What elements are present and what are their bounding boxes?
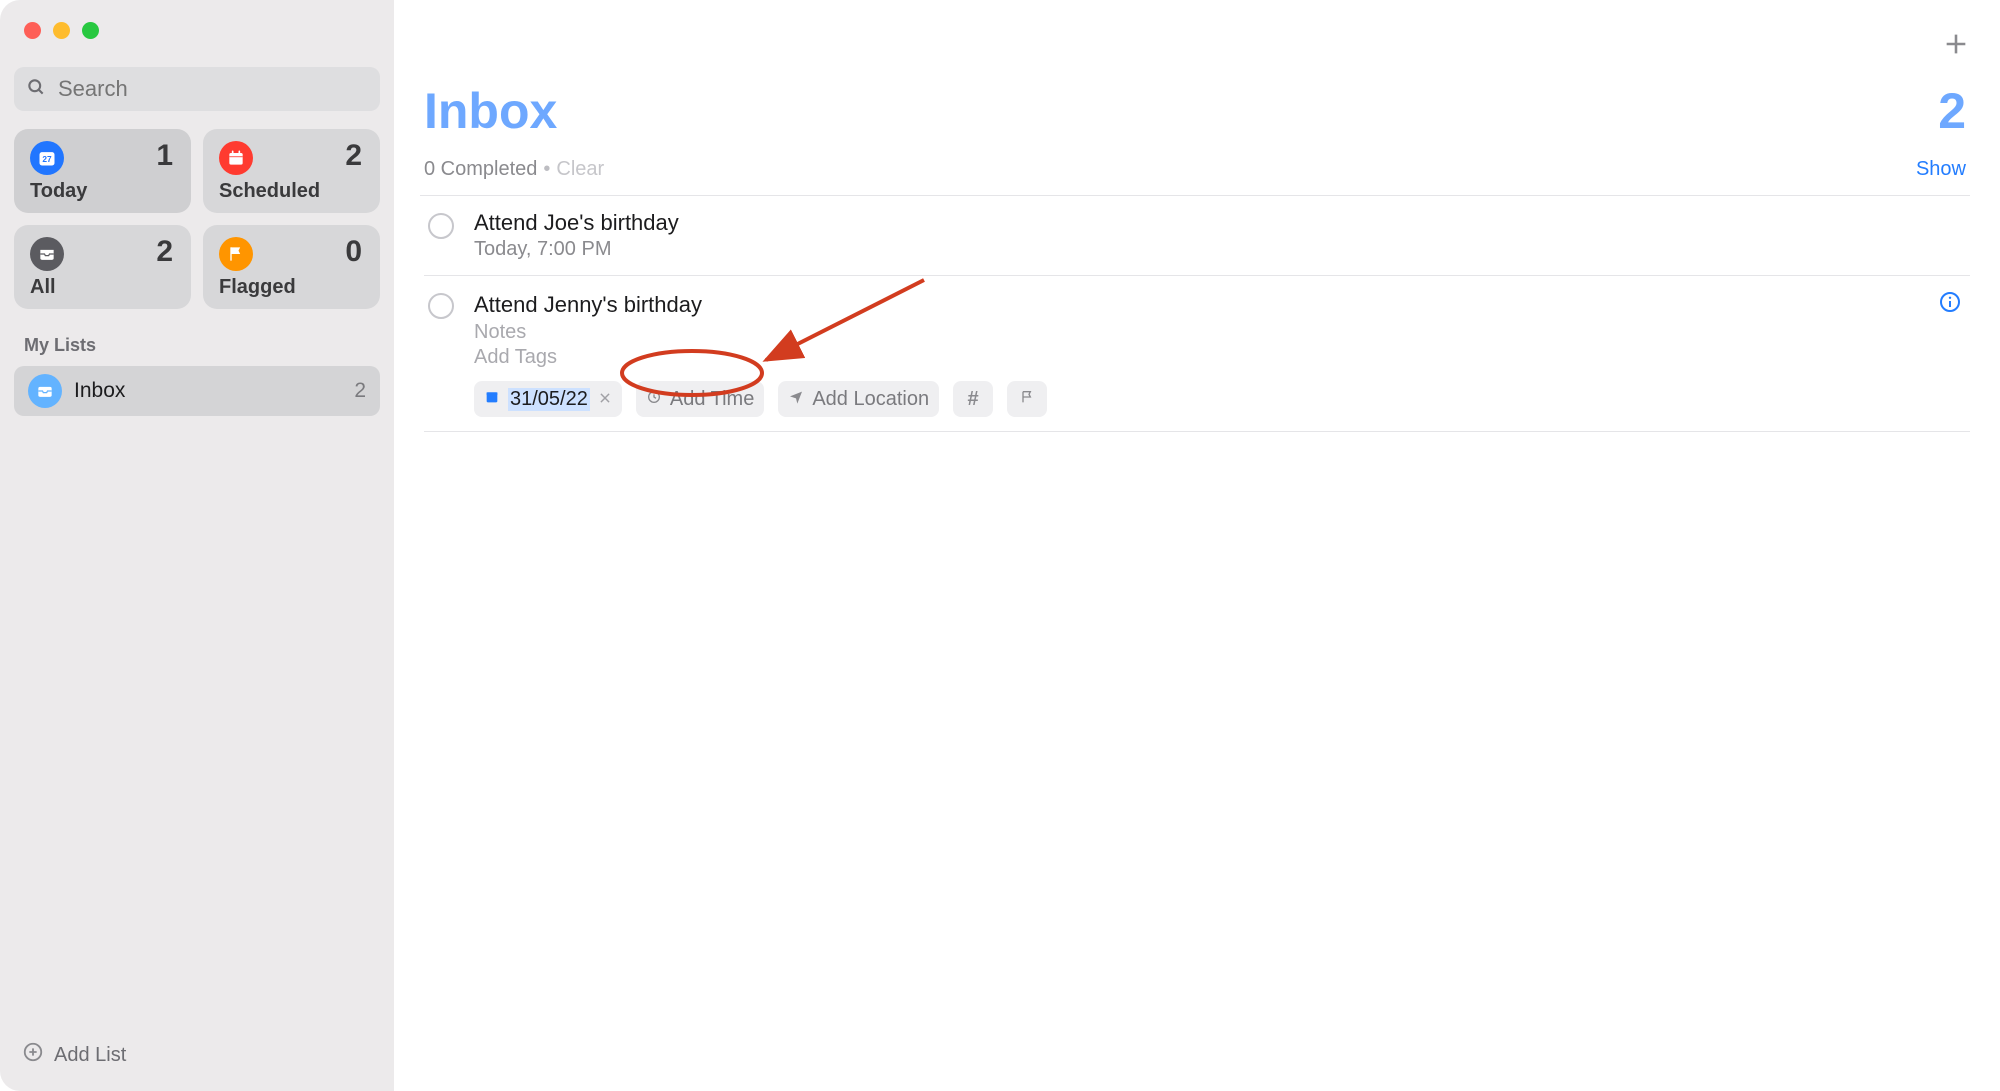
app-window: 27 1 Today 2 Scheduled 2 All — [0, 0, 2000, 1091]
date-value[interactable]: 31/05/22 — [508, 388, 590, 411]
clear-date-button[interactable] — [598, 389, 612, 410]
clock-icon — [646, 388, 662, 411]
info-button[interactable] — [1938, 290, 1962, 319]
calendar-icon — [219, 141, 253, 175]
add-tags-field[interactable]: Add Tags — [474, 346, 1962, 369]
tray-icon — [30, 237, 64, 271]
minimize-window-button[interactable] — [53, 22, 70, 39]
smart-tile-count: 2 — [156, 235, 173, 269]
list-total-count: 2 — [1938, 82, 1966, 140]
reminder-title[interactable]: Attend Jenny's birthday — [474, 292, 1938, 318]
list-name: Inbox — [74, 379, 342, 403]
show-completed-button[interactable]: Show — [1916, 158, 1966, 181]
location-arrow-icon — [788, 388, 804, 411]
smart-tile-flagged[interactable]: 0 Flagged — [203, 225, 380, 309]
add-location-label: Add Location — [812, 388, 929, 411]
svg-text:27: 27 — [42, 154, 52, 164]
calendar-small-icon — [484, 388, 500, 411]
complete-checkbox[interactable] — [428, 293, 454, 319]
calendar-today-icon: 27 — [30, 141, 64, 175]
smart-tile-count: 2 — [345, 139, 362, 173]
add-list-label: Add List — [54, 1044, 126, 1067]
smart-tile-label: Scheduled — [219, 180, 320, 203]
smart-tile-count: 1 — [156, 139, 173, 173]
add-location-chip[interactable]: Add Location — [778, 381, 939, 417]
flag-outline-icon — [1019, 388, 1035, 411]
smart-tile-count: 0 — [345, 235, 362, 269]
add-list-button[interactable]: Add List — [14, 1027, 380, 1091]
chip-row: 31/05/22 Add Time — [474, 381, 1962, 417]
completed-row: 0 Completed • Clear Show — [420, 158, 1970, 181]
date-chip[interactable]: 31/05/22 — [474, 381, 622, 417]
clear-completed-button[interactable]: Clear — [556, 158, 604, 181]
add-tag-chip[interactable]: # — [953, 381, 993, 417]
list-row-inbox[interactable]: Inbox 2 — [14, 366, 380, 416]
add-flag-chip[interactable] — [1007, 381, 1047, 417]
reminder-item-editing[interactable]: Attend Jenny's birthday Notes Add Tags 3… — [424, 276, 1970, 432]
add-time-chip[interactable]: Add Time — [636, 381, 764, 417]
smart-tile-scheduled[interactable]: 2 Scheduled — [203, 129, 380, 213]
smart-tile-label: All — [30, 276, 56, 299]
add-reminder-button[interactable] — [1942, 30, 1970, 64]
smart-tile-all[interactable]: 2 All — [14, 225, 191, 309]
smart-lists-grid: 27 1 Today 2 Scheduled 2 All — [14, 129, 380, 309]
search-icon — [26, 77, 46, 102]
reminder-due: Today, 7:00 PM — [474, 238, 1962, 261]
window-traffic-lights — [14, 0, 380, 53]
title-row: Inbox 2 — [420, 82, 1970, 140]
complete-checkbox[interactable] — [428, 213, 454, 239]
list-icon — [28, 374, 62, 408]
search-input[interactable] — [56, 75, 368, 103]
my-lists-header: My Lists — [24, 335, 380, 356]
main-toolbar — [420, 30, 1970, 64]
smart-tile-label: Today — [30, 180, 87, 203]
list-count: 2 — [354, 379, 366, 403]
reminder-item[interactable]: Attend Joe's birthday Today, 7:00 PM — [424, 196, 1970, 276]
reminder-body: Attend Jenny's birthday Notes Add Tags 3… — [474, 290, 1962, 417]
search-wrap — [14, 67, 380, 111]
list-title: Inbox — [424, 82, 557, 140]
plus-circle-icon — [22, 1041, 44, 1069]
notes-field[interactable]: Notes — [474, 321, 1962, 344]
hash-icon: # — [968, 388, 979, 411]
completed-label: 0 Completed — [424, 158, 537, 181]
sidebar: 27 1 Today 2 Scheduled 2 All — [0, 0, 394, 1091]
close-window-button[interactable] — [24, 22, 41, 39]
reminder-body: Attend Joe's birthday Today, 7:00 PM — [474, 210, 1962, 261]
flag-icon — [219, 237, 253, 271]
main-content: Inbox 2 0 Completed • Clear Show Attend … — [394, 0, 2000, 1091]
search-field[interactable] — [14, 67, 380, 111]
zoom-window-button[interactable] — [82, 22, 99, 39]
add-time-label: Add Time — [670, 388, 754, 411]
dot-separator: • — [543, 158, 550, 181]
reminder-title[interactable]: Attend Joe's birthday — [474, 210, 1962, 236]
smart-tile-label: Flagged — [219, 276, 296, 299]
smart-tile-today[interactable]: 27 1 Today — [14, 129, 191, 213]
